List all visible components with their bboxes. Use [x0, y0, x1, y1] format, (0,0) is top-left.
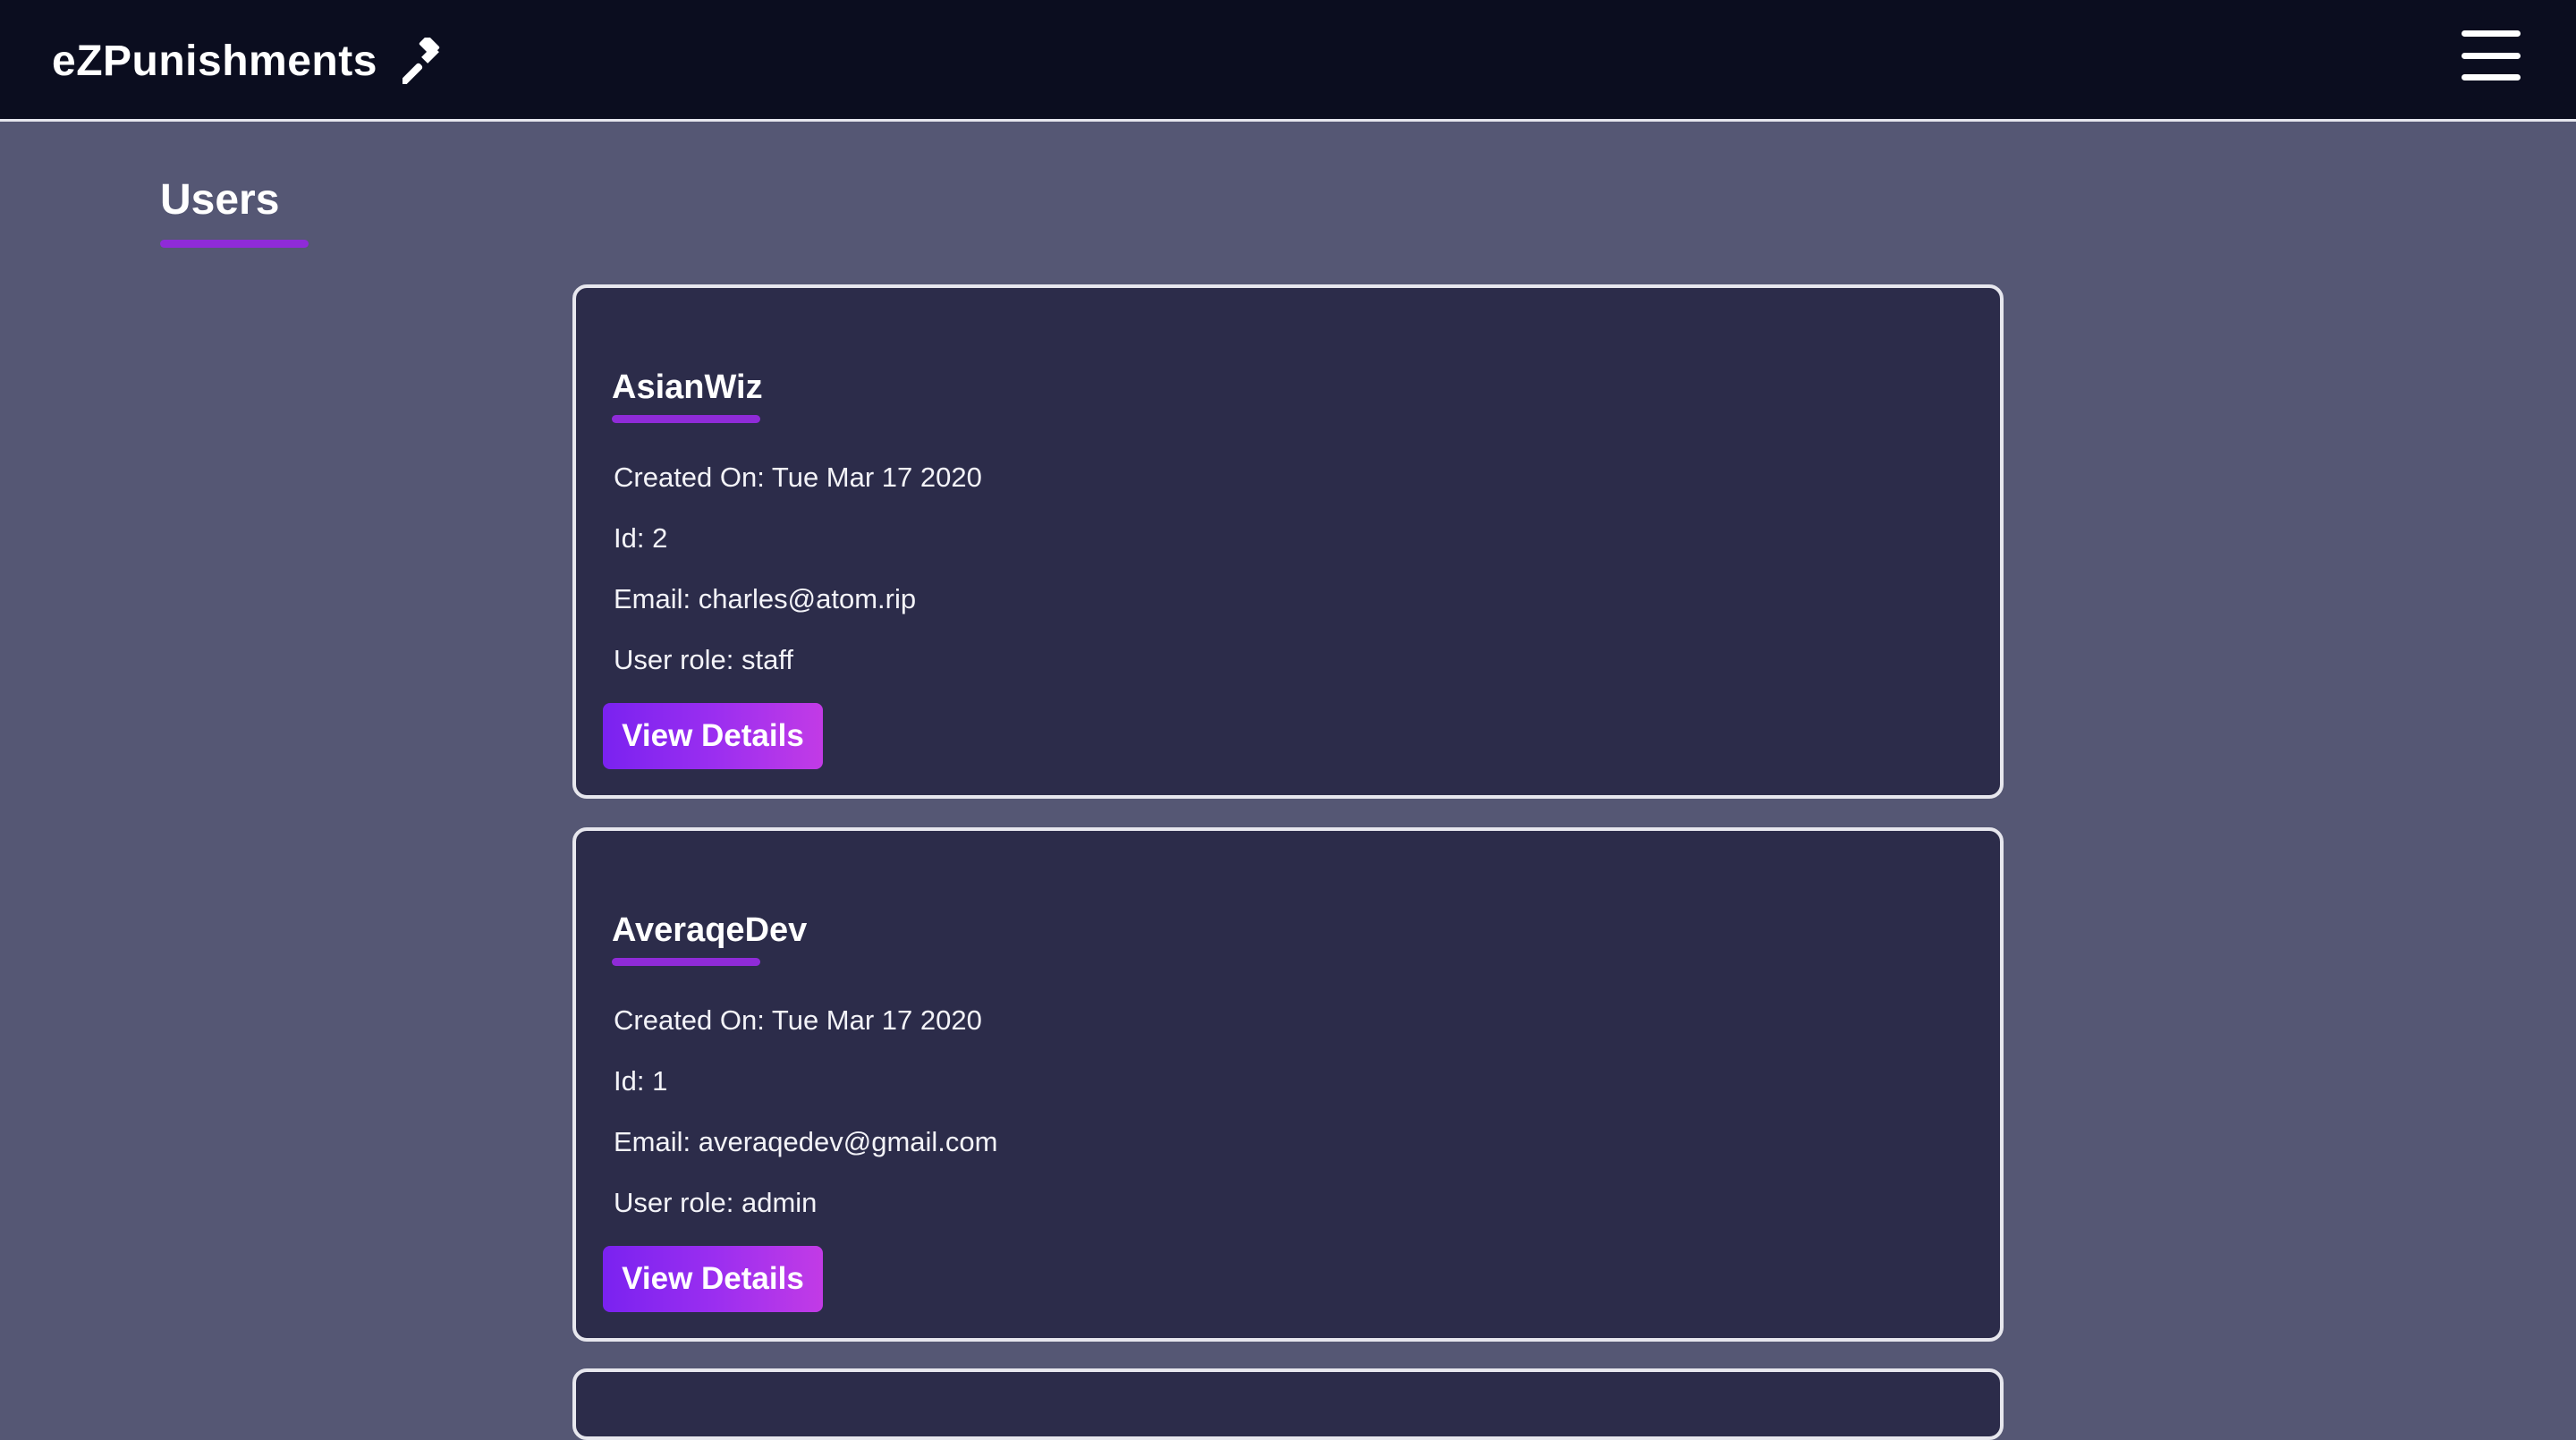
user-created-on: Created On: Tue Mar 17 2020: [614, 1004, 982, 1036]
user-role: User role: staff: [614, 644, 794, 675]
menu-bar-middle: [2462, 52, 2521, 59]
hamburger-menu-icon[interactable]: [2462, 30, 2521, 80]
user-email: Email: averaqedev@gmail.com: [614, 1126, 998, 1157]
page-title: Users: [160, 176, 280, 224]
user-card: AsianWiz Created On: Tue Mar 17 2020 Id:…: [572, 284, 2004, 799]
user-email: Email: charles@atom.rip: [614, 583, 917, 614]
top-navbar: eZPunishments: [0, 0, 2576, 122]
user-name-underline: [612, 415, 760, 423]
user-role: User role: admin: [614, 1187, 818, 1218]
view-details-button[interactable]: View Details: [603, 703, 823, 769]
page-title-underline: [160, 240, 309, 248]
user-id: Id: 2: [614, 522, 668, 554]
user-card: AveraqeDev Created On: Tue Mar 17 2020 I…: [572, 827, 2004, 1342]
user-name: AsianWiz: [612, 368, 763, 406]
gavel-icon: [400, 35, 449, 86]
user-created-on: Created On: Tue Mar 17 2020: [614, 462, 982, 493]
brand-title[interactable]: eZPunishments: [52, 37, 377, 86]
view-details-button[interactable]: View Details: [603, 1246, 823, 1312]
user-card-partial: [572, 1368, 2004, 1440]
user-id: Id: 1: [614, 1065, 668, 1097]
user-name: AveraqeDev: [612, 911, 808, 949]
menu-bar-bottom: [2462, 74, 2521, 80]
user-name-underline: [612, 958, 760, 966]
menu-bar-top: [2462, 30, 2521, 37]
brand[interactable]: eZPunishments: [52, 30, 449, 91]
